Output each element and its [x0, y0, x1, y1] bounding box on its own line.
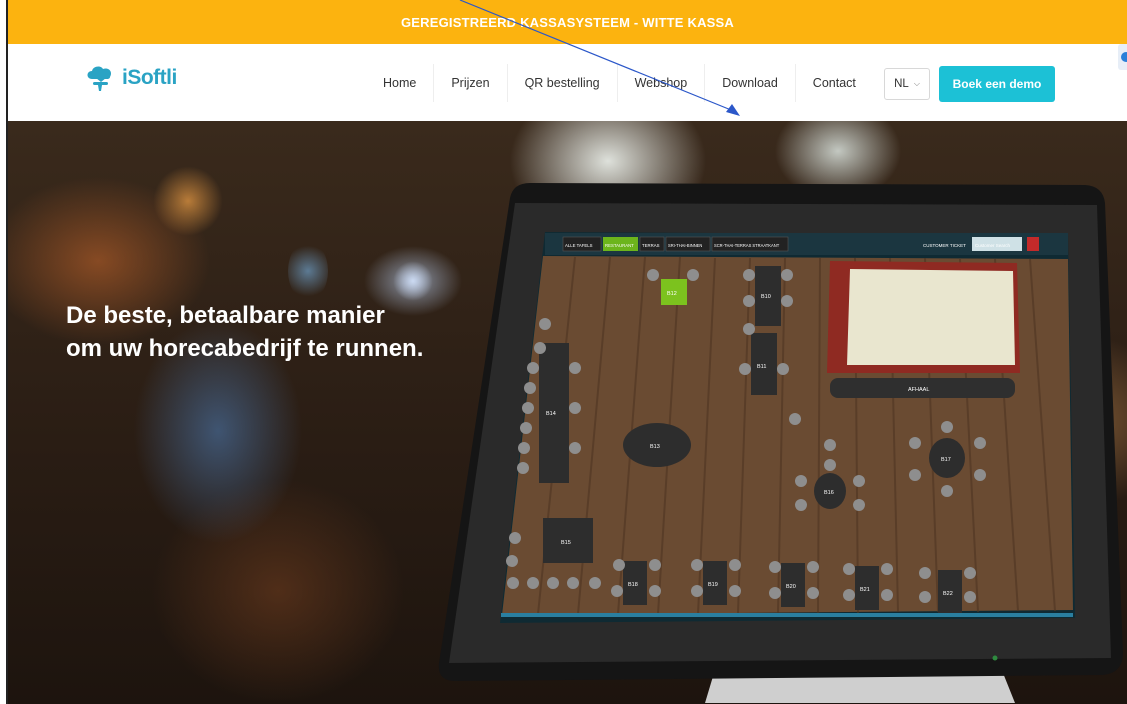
chevron-down-icon: ⌵	[913, 79, 920, 88]
nav-webshop[interactable]: Webshop	[616, 64, 705, 102]
site-header: iSoftli Home Prijzen QR bestelling Websh…	[8, 44, 1127, 121]
lock-icon[interactable]	[1027, 237, 1039, 251]
pos-tab-label: TERRAS	[642, 243, 660, 248]
hero-section: De beste, betaalbare manier om uw horeca…	[8, 121, 1127, 704]
table-label: B20	[786, 584, 796, 590]
nav-home[interactable]: Home	[366, 64, 433, 102]
table-label: B14	[546, 411, 556, 417]
hero-line-2: om uw horecabedrijf te runnen.	[66, 335, 424, 362]
nav-prijzen[interactable]: Prijzen	[433, 64, 506, 102]
pos-tab-label: SRI-THAI-BINNEN	[668, 243, 702, 248]
pos-tab-label: ALLE TAFELS	[565, 243, 593, 248]
table-label: B22	[943, 591, 953, 597]
takeaway-label: AFHAAL	[908, 387, 929, 393]
book-demo-button[interactable]: Boek een demo	[939, 66, 1055, 102]
table-label: B19	[708, 582, 718, 588]
table-label: B13	[650, 444, 660, 450]
floating-widget-tab[interactable]	[1118, 44, 1127, 70]
pos-tab-label: RESTAURANT	[605, 243, 634, 248]
table-label: B10	[761, 294, 771, 300]
screen-bottom-bar	[501, 613, 1073, 617]
customer-ticket-label: CUSTOMER TICKET	[923, 243, 966, 248]
logo[interactable]: iSoftli	[84, 64, 177, 92]
language-value: NL	[894, 78, 909, 90]
table-label: B16	[824, 490, 834, 496]
nav-download[interactable]: Download	[704, 64, 795, 102]
table-label: B11	[757, 364, 766, 370]
widget-icon	[1121, 52, 1127, 62]
pos-terminal-image: ALLE TAFELS RESTAURANT TERRAS SRI-THAI-B…	[438, 183, 1123, 703]
bokeh-light	[153, 166, 223, 236]
bar-area	[847, 269, 1015, 365]
cloud-logo-icon	[87, 66, 112, 91]
nav-qr-bestelling[interactable]: QR bestelling	[506, 64, 617, 102]
power-led	[992, 655, 998, 661]
page: GEREGISTREERD KASSASYSTEEM - WITTE KASSA…	[8, 0, 1127, 704]
bokeh-light	[288, 241, 328, 301]
main-menu: Home Prijzen QR bestelling Webshop Downl…	[366, 64, 873, 102]
nav-contact[interactable]: Contact	[794, 64, 873, 102]
hero-headline: De beste, betaalbare manier om uw horeca…	[66, 299, 423, 365]
table-label: B15	[561, 540, 571, 546]
table-label: B21	[860, 587, 870, 593]
table-label: B17	[941, 457, 951, 463]
table-label: B18	[628, 582, 638, 588]
brand-name: iSoftli	[122, 66, 177, 89]
bokeh-light	[393, 261, 433, 301]
page-left-edge	[0, 0, 8, 704]
announcement-text: GEREGISTREERD KASSASYSTEEM - WITTE KASSA	[400, 14, 735, 30]
announcement-bar: GEREGISTREERD KASSASYSTEEM - WITTE KASSA	[8, 0, 1127, 44]
hero-line-1: De beste, betaalbare manier	[66, 302, 385, 329]
pos-tab-label: SCR-THAI-TERRAS STRAATKANT	[714, 243, 780, 248]
table-label: B12	[667, 291, 677, 297]
customer-search-placeholder: Customer Search	[975, 243, 1011, 248]
language-select[interactable]: NL ⌵	[884, 68, 930, 100]
